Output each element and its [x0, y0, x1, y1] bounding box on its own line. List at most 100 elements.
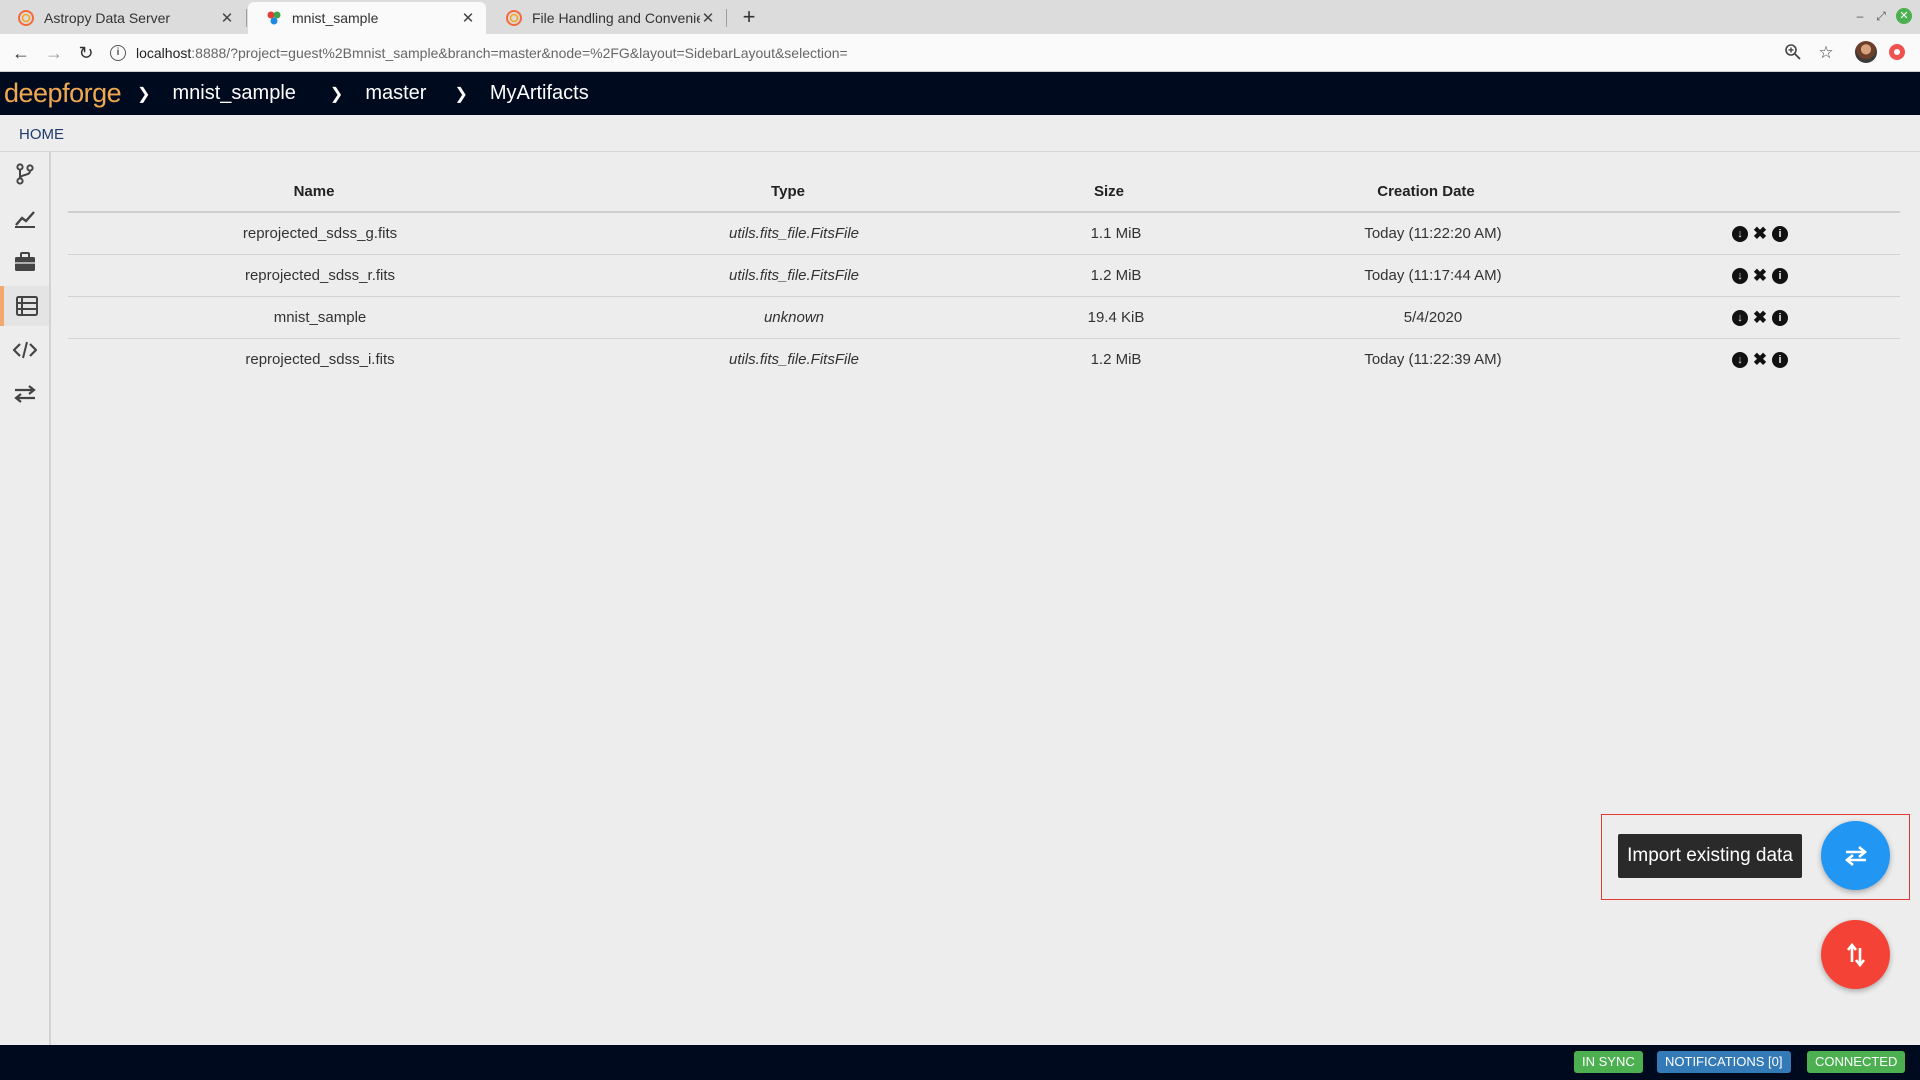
close-tab-icon[interactable]: ✕ [700, 9, 716, 27]
list-icon [15, 296, 38, 316]
breadcrumb-node[interactable]: MyArtifacts [490, 82, 589, 105]
app-header: deepforge ❯ mnist_sample ❯ master ❯ MyAr… [0, 72, 1920, 115]
artifact-actions: ↓ ✖ i [1650, 254, 1900, 297]
tab-astropy-data-server[interactable]: Astropy Data Server ✕ [0, 2, 245, 34]
column-header-actions [1650, 172, 1900, 213]
artifact-type: utils.fits_file.FitsFile [572, 212, 1016, 255]
artifact-creation-date: Today (11:22:39 AM) [1364, 350, 1502, 368]
table-row[interactable]: mnist_sample unknown 19.4 KiB 5/4/2020 ↓… [68, 296, 1900, 339]
upload-download-fab[interactable] [1821, 920, 1890, 989]
artifact-creation-date: 5/4/2020 [1216, 296, 1650, 339]
info-icon[interactable]: i [1772, 310, 1788, 326]
sync-status-badge[interactable]: IN SYNC [1574, 1051, 1643, 1073]
tab-title: File Handling and Convenience [532, 10, 700, 26]
chevron-right-icon: ❯ [329, 85, 344, 103]
delete-icon[interactable]: ✖ [1752, 267, 1768, 284]
column-header-size[interactable]: Size [1016, 172, 1216, 213]
artifact-type: utils.fits_file.FitsFile [572, 254, 1016, 297]
transfer-icon [1844, 845, 1867, 866]
download-icon[interactable]: ↓ [1732, 352, 1748, 369]
home-link[interactable]: HOME [19, 126, 64, 143]
info-icon[interactable]: i [1772, 268, 1788, 284]
deepforge-icon [267, 11, 281, 25]
tab-title: mnist_sample [292, 10, 379, 26]
column-header-type[interactable]: Type [572, 172, 1016, 213]
deepforge-logo[interactable]: deepforge [4, 78, 122, 109]
profile-avatar[interactable] [1855, 41, 1877, 63]
table-header-row: Name Type Size Creation Date [68, 172, 1900, 213]
tab-file-handling[interactable]: File Handling and Convenience ✕ [488, 2, 726, 34]
address-bar[interactable]: i localhost:8888/?project=guest%2Bmnist_… [110, 40, 1790, 66]
restore-window-icon[interactable]: ⤢ [1873, 8, 1889, 24]
artifact-name: reprojected_sdss_r.fits [68, 254, 572, 297]
info-icon[interactable]: i [1772, 226, 1788, 243]
status-footer: IN SYNC NOTIFICATIONS [0] CONNECTED [0, 1045, 1920, 1080]
browser-tab-bar: Astropy Data Server ✕ mnist_sample ✕ Fil… [0, 0, 1920, 34]
delete-icon[interactable]: ✖ [1752, 225, 1768, 242]
swap-vertical-icon [1846, 942, 1865, 967]
column-header-name[interactable]: Name [68, 172, 572, 213]
briefcase-icon [14, 252, 35, 271]
tab-title: Astropy Data Server [44, 10, 171, 26]
chevron-right-icon: ❯ [137, 85, 151, 103]
sidebar-item-executions[interactable] [0, 198, 49, 238]
reload-icon[interactable]: ↻ [75, 42, 97, 64]
import-existing-data-button[interactable] [1821, 821, 1890, 890]
delete-icon[interactable]: ✖ [1752, 351, 1768, 368]
column-header-creation-date[interactable]: Creation Date [1216, 172, 1650, 213]
code-icon [12, 341, 37, 359]
artifacts-table-container: Name Type Size Creation Date reprojected… [68, 172, 1900, 380]
tab-divider [726, 9, 727, 27]
minimize-window-icon[interactable]: – [1852, 8, 1868, 24]
zoom-icon[interactable] [1783, 43, 1803, 63]
chevron-right-icon: ❯ [454, 85, 468, 103]
browser-toolbar: ← → ↻ i localhost:8888/?project=guest%2B… [0, 34, 1920, 72]
new-tab-button[interactable]: + [738, 4, 760, 30]
artifact-size: 1.2 MiB [1016, 254, 1216, 297]
artifact-name: mnist_sample [68, 296, 572, 339]
breadcrumb-branch[interactable]: master [365, 82, 426, 105]
tab-mnist-sample[interactable]: mnist_sample ✕ [248, 2, 486, 34]
transfer-icon [13, 385, 36, 403]
download-icon[interactable]: ↓ [1732, 226, 1748, 243]
line-chart-icon [14, 211, 35, 228]
artifact-actions: ↓ ✖ i [1650, 338, 1900, 380]
url-host: localhost [136, 45, 192, 61]
artifact-name: reprojected_sdss_g.fits [68, 212, 572, 255]
extension-icon[interactable] [1889, 44, 1905, 60]
download-icon[interactable]: ↓ [1732, 268, 1748, 284]
artifact-size: 1.1 MiB [1016, 212, 1216, 255]
artifact-actions: ↓ ✖ i [1650, 296, 1900, 339]
table-row[interactable]: reprojected_sdss_i.fits utils.fits_file.… [68, 338, 1900, 380]
bookmark-star-icon[interactable]: ☆ [1816, 43, 1836, 63]
table-row[interactable]: reprojected_sdss_r.fits utils.fits_file.… [68, 254, 1900, 297]
sidebar [0, 152, 51, 1045]
artifact-type: unknown [572, 296, 1016, 339]
artifact-actions: ↓ ✖ i [1650, 212, 1900, 255]
sidebar-item-resources[interactable] [0, 242, 49, 282]
info-icon[interactable]: i [1772, 352, 1788, 369]
delete-icon[interactable]: ✖ [1752, 309, 1768, 326]
astropy-icon [506, 10, 522, 26]
connection-status-badge[interactable]: CONNECTED [1807, 1051, 1906, 1073]
table-row[interactable]: reprojected_sdss_g.fits utils.fits_file.… [68, 212, 1900, 255]
close-window-icon[interactable]: ✕ [1896, 8, 1912, 24]
artifact-type: utils.fits_file.FitsFile [728, 350, 860, 368]
url-path: :8888/?project=guest%2Bmnist_sample&bran… [191, 45, 848, 61]
close-tab-icon[interactable]: ✕ [460, 9, 476, 27]
close-tab-icon[interactable]: ✕ [219, 9, 235, 27]
forward-icon[interactable]: → [43, 42, 65, 64]
notifications-badge[interactable]: NOTIFICATIONS [0] [1657, 1051, 1791, 1073]
sidebar-item-branches[interactable] [0, 154, 49, 194]
tab-divider [246, 9, 247, 27]
sidebar-item-code[interactable] [0, 330, 49, 370]
sidebar-item-storage[interactable] [0, 374, 49, 414]
download-icon[interactable]: ↓ [1732, 310, 1748, 326]
sidebar-item-artifacts[interactable] [0, 286, 49, 326]
breadcrumb-project[interactable]: mnist_sample [173, 82, 296, 105]
site-info-icon[interactable]: i [110, 45, 126, 61]
back-icon[interactable]: ← [10, 42, 32, 64]
artifacts-table: Name Type Size Creation Date reprojected… [68, 172, 1900, 380]
artifact-size: 1.2 MiB [1090, 350, 1142, 368]
artifact-name: reprojected_sdss_i.fits [245, 350, 395, 368]
